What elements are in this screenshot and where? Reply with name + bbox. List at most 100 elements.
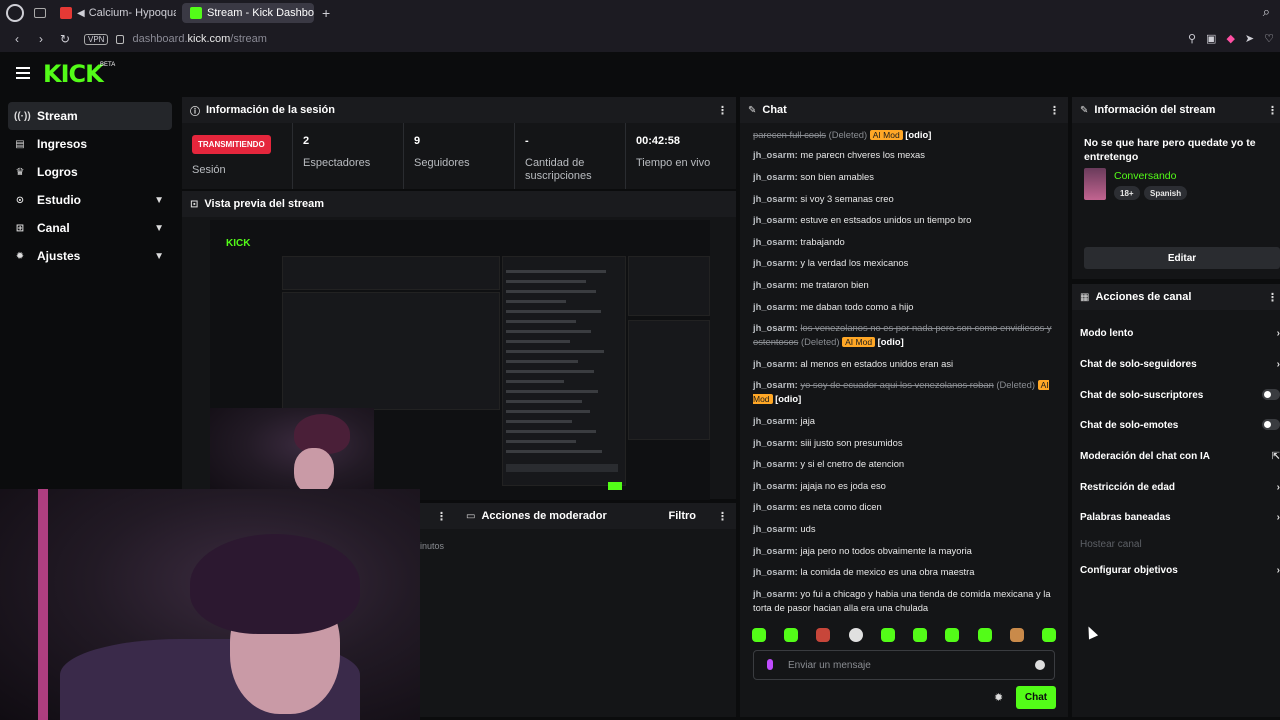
- sidebar-item-estudio[interactable]: ⊙ Estudio ▼: [8, 186, 172, 214]
- chat-username[interactable]: jh_osarm:: [753, 379, 798, 390]
- more-icon[interactable]: ⋮: [1267, 104, 1278, 117]
- chat-username[interactable]: jh_osarm:: [753, 545, 798, 556]
- menu-icon[interactable]: [16, 67, 30, 79]
- chat-username[interactable]: jh_osarm:: [753, 149, 798, 160]
- sidebar-item-logros[interactable]: ♛ Logros: [8, 158, 172, 186]
- chat-username[interactable]: jh_osarm:: [753, 480, 798, 491]
- action-set-goals[interactable]: Configurar objetivos ›: [1080, 565, 1280, 576]
- emote-icon[interactable]: [913, 628, 928, 642]
- chat-username[interactable]: jh_osarm:: [753, 523, 798, 534]
- chevron-down-icon[interactable]: ▼: [154, 251, 164, 262]
- send-icon[interactable]: ➤: [1245, 32, 1254, 45]
- emote-icon[interactable]: [880, 628, 895, 642]
- more-icon[interactable]: ⋮: [1049, 104, 1060, 117]
- chat-message: jh_osarm: los venezolanos no es por nada…: [753, 321, 1055, 349]
- external-icon: ⇱: [1271, 451, 1280, 462]
- chat-send-button[interactable]: Chat: [1016, 686, 1056, 709]
- action-slow-mode[interactable]: Modo lento ›: [1080, 328, 1280, 339]
- camera-icon[interactable]: ▣: [1206, 32, 1216, 45]
- pin-icon[interactable]: ⚲: [1188, 32, 1196, 45]
- emote-icon[interactable]: [816, 628, 831, 642]
- filter-button[interactable]: Filtro: [669, 510, 697, 522]
- reload-icon[interactable]: ↻: [58, 32, 72, 46]
- stream-category[interactable]: Conversando: [1114, 170, 1176, 182]
- chat-username[interactable]: jh_osarm:: [753, 501, 798, 512]
- more-icon[interactable]: ⋮: [717, 104, 728, 117]
- panel-title: Vista previa del stream: [204, 198, 325, 210]
- chat-username[interactable]: jh_osarm:: [753, 458, 798, 469]
- emote-icon[interactable]: [1009, 628, 1024, 642]
- action-age-restriction[interactable]: Restricción de edad ›: [1080, 482, 1280, 493]
- more-icon[interactable]: ⋮: [717, 510, 728, 523]
- chat-username[interactable]: jh_osarm:: [753, 588, 798, 599]
- sidebar-item-ajustes[interactable]: ✹ Ajustes ▼: [8, 242, 172, 270]
- moderator-actions-panel: ⋮ ▭ Acciones de moderador Filtro ⋮ inuto…: [420, 503, 736, 717]
- chat-username[interactable]: jh_osarm:: [753, 566, 798, 577]
- mini-line: [506, 290, 596, 293]
- edit-button[interactable]: Editar: [1084, 247, 1280, 269]
- search-icon[interactable]: ⌕: [1263, 4, 1270, 20]
- kick-header: KICK BETA: [0, 52, 1280, 96]
- chat-username[interactable]: jh_osarm:: [753, 257, 798, 268]
- stat-value: 00:42:58: [636, 135, 681, 147]
- browser-tab-kick[interactable]: Stream - Kick Dashboard: [182, 3, 314, 23]
- emoji-icon[interactable]: [1035, 660, 1045, 670]
- deleted-tag: (Deleted): [828, 129, 868, 140]
- emote-icon[interactable]: [977, 628, 992, 642]
- action-emotes-only[interactable]: Chat de solo-emotes: [1080, 419, 1280, 431]
- new-tab-icon[interactable]: +: [322, 5, 330, 21]
- more-icon[interactable]: ⋮: [1267, 291, 1278, 304]
- kick-logo[interactable]: KICK: [43, 60, 104, 88]
- chat-username[interactable]: jh_osarm:: [753, 171, 798, 182]
- action-followers-only[interactable]: Chat de solo-seguidores ›: [1080, 359, 1280, 370]
- chat-username[interactable]: jh_osarm:: [753, 301, 798, 312]
- chat-messages[interactable]: parecen full cools (Deleted) AI Mod [odi…: [744, 120, 1064, 618]
- sidebar-item-stream[interactable]: ((·)) Stream: [8, 102, 172, 130]
- browser-tab-music[interactable]: ◀ Calcium- Hypoqua: [52, 3, 176, 23]
- pocket-icon[interactable]: ◆: [1226, 32, 1234, 45]
- mini-chat-button: [608, 482, 622, 490]
- back-icon[interactable]: ‹: [10, 32, 24, 46]
- action-subscribers-only[interactable]: Chat de solo-suscriptores: [1080, 389, 1280, 401]
- chat-input[interactable]: Enviar un mensaje: [753, 650, 1055, 680]
- heart-icon[interactable]: ♡: [1264, 32, 1274, 45]
- chat-username[interactable]: jh_osarm:: [753, 437, 798, 448]
- chat-username[interactable]: jh_osarm:: [753, 236, 798, 247]
- forward-icon[interactable]: ›: [34, 32, 48, 46]
- sidebar-item-ingresos[interactable]: ▤ Ingresos: [8, 130, 172, 158]
- vpn-badge[interactable]: VPN: [84, 33, 109, 45]
- chat-username[interactable]: jh_osarm:: [753, 193, 798, 204]
- microphone-icon[interactable]: [767, 659, 773, 670]
- chat-text: es neta como dicen: [800, 501, 882, 512]
- toggle-switch[interactable]: [1262, 419, 1280, 430]
- emote-icon[interactable]: [848, 628, 863, 642]
- emote-icon[interactable]: [784, 628, 799, 642]
- speaker-icon[interactable]: ◀: [77, 8, 85, 19]
- studio-icon: ⊙: [15, 194, 25, 206]
- stat-value: 2: [303, 135, 310, 147]
- chevron-down-icon[interactable]: ▼: [154, 195, 164, 206]
- chat-settings-icon[interactable]: ✹: [994, 691, 1003, 704]
- workspace-icon[interactable]: [34, 8, 46, 18]
- opera-logo-icon[interactable]: [6, 4, 24, 22]
- action-banned-words[interactable]: Palabras baneadas ›: [1080, 512, 1280, 523]
- action-ai-moderation[interactable]: Moderación del chat con IA ⇱: [1080, 451, 1280, 462]
- toggle-switch[interactable]: [1262, 389, 1280, 400]
- sidebar-item-canal[interactable]: ⊞ Canal ▼: [8, 214, 172, 242]
- chat-message: jh_osarm: trabajando: [753, 235, 1055, 249]
- emote-icon[interactable]: [945, 628, 960, 642]
- sidebar-item-label: Logros: [37, 165, 78, 179]
- chat-username[interactable]: jh_osarm:: [753, 415, 798, 426]
- chevron-down-icon[interactable]: ▼: [154, 223, 164, 234]
- lock-icon[interactable]: [116, 34, 125, 44]
- sidebar-item-label: Ajustes: [37, 249, 81, 263]
- emote-icon[interactable]: [1041, 628, 1056, 642]
- chat-username[interactable]: jh_osarm:: [753, 279, 798, 290]
- chat-username[interactable]: jh_osarm:: [753, 358, 798, 369]
- emote-icon[interactable]: [752, 628, 766, 642]
- more-icon[interactable]: ⋮: [436, 510, 447, 523]
- chat-username[interactable]: jh_osarm:: [753, 214, 798, 225]
- chat-username[interactable]: jh_osarm:: [753, 322, 798, 333]
- stream-preview-video[interactable]: KICK: [210, 220, 710, 500]
- url-field[interactable]: dashboard.kick.com/stream: [132, 33, 267, 45]
